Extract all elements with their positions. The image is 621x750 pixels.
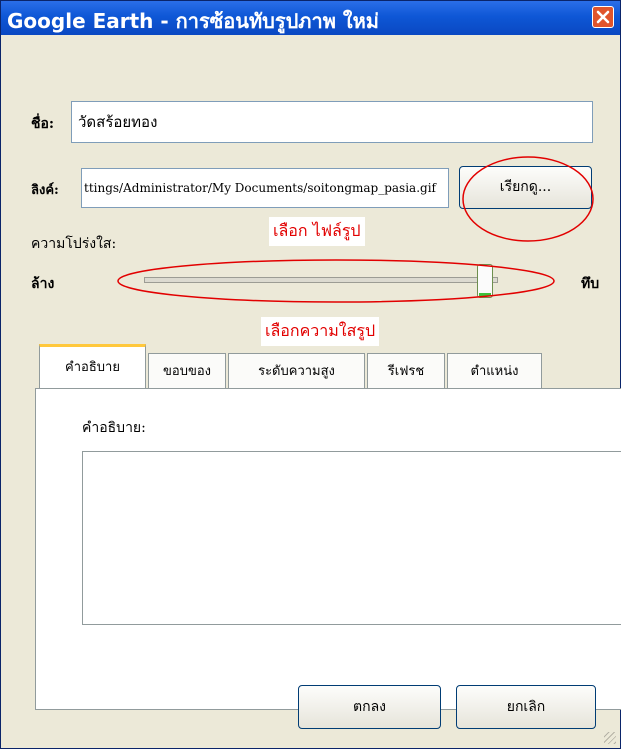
browse-highlight-ellipse: [462, 156, 594, 242]
description-label: คำอธิบาย:: [82, 420, 146, 436]
cancel-button[interactable]: ยกเลิก: [456, 685, 596, 729]
tab-description[interactable]: คำอธิบาย: [39, 344, 146, 390]
slider-highlight-ellipse: [117, 259, 555, 303]
resize-grip[interactable]: [604, 732, 616, 744]
tab-refresh[interactable]: รีเฟรช: [367, 353, 445, 389]
select-opacity-annotation: เลือกความใสรูป: [261, 317, 380, 346]
description-panel: คำอธิบาย:: [35, 388, 621, 710]
select-file-annotation: เลือก ไฟล์รูป: [269, 217, 365, 246]
tab-location[interactable]: ตำแหน่ง: [447, 353, 542, 389]
description-textarea[interactable]: [82, 451, 621, 625]
tab-border[interactable]: ขอบของ: [148, 353, 226, 389]
ok-button[interactable]: ตกลง: [298, 685, 441, 729]
tab-altitude[interactable]: ระดับความสูง: [228, 353, 365, 389]
dialog-window: Google Earth - การซ้อนทับรูปภาพ ใหม่ ชื่…: [0, 0, 621, 749]
